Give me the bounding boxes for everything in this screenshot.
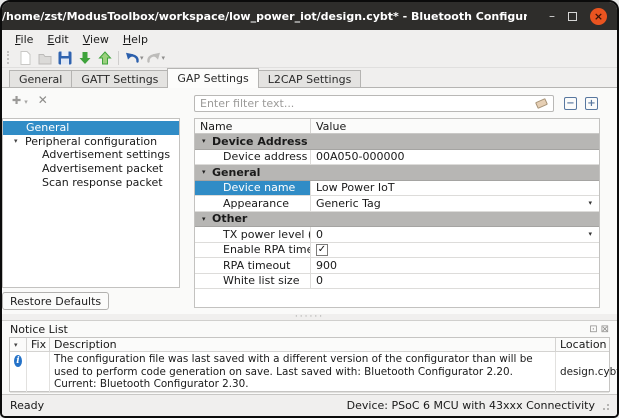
column-header-fix[interactable]: Fix [27,338,50,351]
table-row-device-address[interactable]: Device address 00A050-000000 [195,150,599,166]
tree-item-peripheral-configuration[interactable]: ▾ Peripheral configuration [3,135,179,149]
tab-l2cap-settings[interactable]: L2CAP Settings [258,70,362,87]
device-address-value[interactable]: 00A050-000000 [311,150,599,165]
table-row-appearance[interactable]: Appearance Generic Tag ▾ [195,196,599,212]
redo-icon[interactable] [144,49,164,67]
appearance-dropdown[interactable]: Generic Tag ▾ [311,196,599,211]
new-file-icon[interactable] [15,49,35,67]
column-header-location[interactable]: Location [556,338,609,351]
tree-item-advertisement-packet[interactable]: Advertisement packet [3,162,179,176]
group-row-device-address[interactable]: ▾ Device Address [195,134,599,150]
delete-icon[interactable]: ✕ [38,93,48,107]
close-panel-icon[interactable]: ⊠ [601,324,609,335]
save-icon[interactable] [55,49,75,67]
tabbar: General GATT Settings GAP Settings L2CAP… [2,68,617,88]
status-message: Ready [10,399,44,412]
group-row-general[interactable]: ▾ General [195,165,599,181]
column-header-value[interactable]: Value [311,119,599,133]
info-icon: i [14,355,22,367]
notice-row[interactable]: i The configuration file was last saved … [10,352,609,393]
filter-input[interactable] [194,95,554,112]
column-header-name[interactable]: Name [195,119,311,133]
notice-list-titlebar: Notice List ⊡ ⊠ [2,321,617,337]
tree-item-advertisement-settings[interactable]: Advertisement settings [3,148,179,162]
menubar: File Edit View Help [2,30,617,48]
expand-all-button[interactable]: + [585,97,598,110]
table-row-white-list-size[interactable]: White list size 0 [195,274,599,290]
sort-indicator-icon[interactable]: ▾ [10,338,27,351]
gap-tree: General ▾ Peripheral configuration Adver… [2,118,180,288]
menu-view[interactable]: View [76,32,116,47]
expander-caret-icon[interactable]: ▾ [14,137,25,145]
dropdown-caret-icon[interactable]: ▾ [588,230,592,238]
notice-table-header: ▾ Fix Description Location [10,338,609,352]
group-expander-caret-icon[interactable]: ▾ [202,137,212,145]
menu-help[interactable]: Help [116,32,155,47]
menu-file[interactable]: File [8,32,40,47]
redo-dropdown-caret-icon[interactable]: ▾ [162,54,166,62]
group-row-other[interactable]: ▾ Other [195,212,599,228]
toolbar-separator [118,51,119,65]
bluetooth-configurator-window: /home/zst/ModusToolbox/workspace/low_pow… [0,0,619,418]
tab-gatt-settings[interactable]: GATT Settings [71,70,168,87]
export-icon[interactable] [95,49,115,67]
table-row-tx-power-level[interactable]: TX power level (dBm) 0 ▾ [195,227,599,243]
dropdown-caret-icon[interactable]: ▾ [588,199,592,207]
white-list-size-value[interactable]: 0 [311,274,599,289]
notice-list-title: Notice List [10,323,68,336]
add-dropdown-caret-icon[interactable]: ▾ [24,98,28,106]
rpa-timeout-value[interactable]: 900 [311,258,599,273]
close-icon[interactable]: × [590,8,607,25]
tab-general[interactable]: General [9,70,72,87]
tree-item-general[interactable]: General [3,121,179,135]
filter-field-wrap [194,95,554,112]
toolbar-drag-handle[interactable] [7,51,11,64]
resize-grip[interactable] [601,402,609,410]
enable-rpa-timeout-checkbox[interactable]: ✓ [316,244,328,256]
notice-table: ▾ Fix Description Location i The configu… [9,337,610,392]
gap-settings-page: ✚ ▾ ✕ − + General ▾ Peripheral configura… [2,88,617,314]
toolbar: ▾ ▾ [2,48,617,68]
tree-toolbar: ✚ ▾ ✕ [12,93,48,107]
group-expander-caret-icon[interactable]: ▾ [202,215,212,223]
notice-description: The configuration file was last saved wi… [50,352,556,392]
notice-location: design.cybt [556,352,609,392]
notice-list-panel: Notice List ⊡ ⊠ ▾ Fix Description Locati… [2,320,617,394]
properties-table-header: Name Value [195,119,599,134]
device-label: Device: PSoC 6 MCU with 43xxx Connectivi… [347,399,595,412]
tree-item-scan-response-packet[interactable]: Scan response packet [3,175,179,189]
window-title: /home/zst/ModusToolbox/workspace/low_pow… [2,10,527,23]
table-row-enable-rpa-timeout[interactable]: Enable RPA timeout ✓ [195,243,599,259]
properties-table: Name Value ▾ Device Address Device addre… [194,118,600,308]
menu-edit[interactable]: Edit [40,32,75,47]
maximize-icon[interactable] [568,12,577,21]
device-name-value[interactable]: Low Power IoT [311,181,599,196]
open-file-icon[interactable] [35,49,55,67]
group-expander-caret-icon[interactable]: ▾ [202,168,212,176]
undo-icon[interactable] [122,49,142,67]
titlebar: /home/zst/ModusToolbox/workspace/low_pow… [2,2,617,30]
add-icon[interactable]: ✚ [12,94,21,107]
notice-fix-cell [27,352,50,392]
column-header-description[interactable]: Description [50,338,556,351]
table-row-device-name[interactable]: Device name Low Power IoT [195,181,599,197]
statusbar: Ready Device: PSoC 6 MCU with 43xxx Conn… [2,394,617,416]
collapse-all-button[interactable]: − [564,97,577,110]
minimize-icon[interactable]: – [549,11,555,21]
tab-gap-settings[interactable]: GAP Settings [167,68,258,88]
import-icon[interactable] [75,49,95,67]
tx-power-dropdown[interactable]: 0 ▾ [311,227,599,242]
float-panel-icon[interactable]: ⊡ [589,324,597,335]
restore-defaults-button[interactable]: Restore Defaults [2,292,109,310]
table-row-rpa-timeout[interactable]: RPA timeout 900 [195,258,599,274]
